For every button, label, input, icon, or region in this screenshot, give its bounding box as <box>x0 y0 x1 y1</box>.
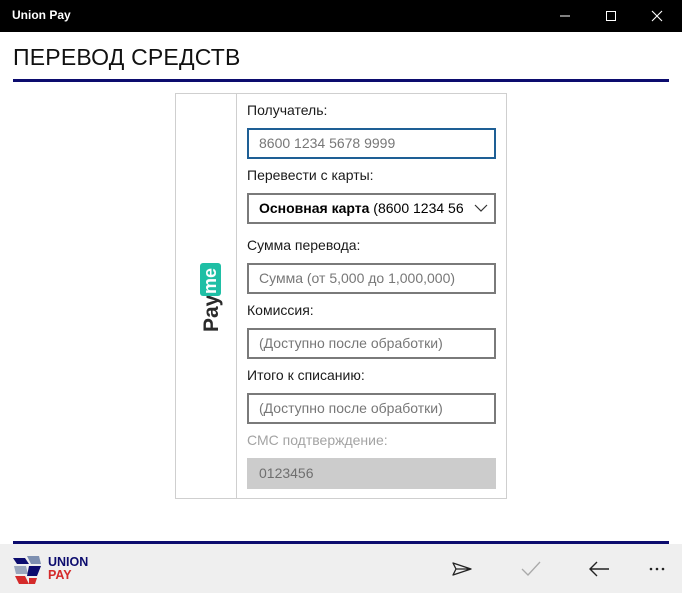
amount-label: Сумма перевода: <box>247 237 361 253</box>
minimize-icon <box>560 15 570 17</box>
sms-value: 0123456 <box>259 465 314 481</box>
chevron-down-icon <box>474 204 488 212</box>
source-card-label: Перевести с карты: <box>247 167 374 183</box>
back-button[interactable] <box>584 554 614 584</box>
maximize-button[interactable] <box>588 0 634 32</box>
recipient-label: Получатель: <box>247 102 328 118</box>
minimize-button[interactable] <box>542 0 588 32</box>
svg-text:Pay: Pay <box>200 294 223 332</box>
amount-input[interactable]: Сумма (от 5,000 до 1,000,000) <box>247 263 496 294</box>
close-icon <box>651 10 663 22</box>
window-title: Union Pay <box>12 8 71 22</box>
total-field: (Доступно после обработки) <box>247 393 496 424</box>
unionpay-emblem-icon <box>13 556 41 584</box>
payme-sidebar: Pay me <box>176 94 237 498</box>
recipient-placeholder: 8600 1234 5678 9999 <box>259 135 396 151</box>
source-card-name: Основная карта <box>259 200 370 216</box>
payme-logo: Pay me <box>200 263 223 332</box>
recipient-input[interactable]: 8600 1234 5678 9999 <box>247 128 496 159</box>
unionpay-logo: UNION PAY <box>11 552 101 586</box>
source-card-select[interactable]: Основная карта (8600 1234 56 <box>247 193 496 224</box>
app-bar: UNION PAY <box>0 544 682 593</box>
check-icon <box>521 561 541 576</box>
amount-placeholder: Сумма (от 5,000 до 1,000,000) <box>259 270 456 286</box>
more-button[interactable] <box>642 554 672 584</box>
unionpay-line2: PAY <box>48 568 72 582</box>
unionpay-wordmark: UNION PAY <box>48 556 88 582</box>
confirm-button[interactable] <box>516 554 546 584</box>
send-button[interactable] <box>447 554 477 584</box>
commission-value: (Доступно после обработки) <box>259 335 443 351</box>
svg-text:me: me <box>200 268 220 294</box>
back-arrow-icon <box>589 561 609 577</box>
commission-field: (Доступно после обработки) <box>247 328 496 359</box>
page-title: ПЕРЕВОД СРЕДСТВ <box>13 44 241 70</box>
header-divider <box>13 79 669 82</box>
maximize-icon <box>606 11 616 21</box>
source-card-number: (8600 1234 56 <box>369 200 464 216</box>
sms-label: СМС подтверждение: <box>247 432 388 448</box>
close-button[interactable] <box>634 0 680 32</box>
title-bar: Union Pay <box>0 0 682 32</box>
transfer-form: Pay me Получатель: 8600 1234 5678 9999 П… <box>175 93 507 499</box>
sms-input: 0123456 <box>247 458 496 489</box>
commission-label: Комиссия: <box>247 302 314 318</box>
more-icon <box>649 567 665 571</box>
total-label: Итого к списанию: <box>247 367 365 383</box>
total-value: (Доступно после обработки) <box>259 400 443 416</box>
send-icon <box>452 562 472 576</box>
